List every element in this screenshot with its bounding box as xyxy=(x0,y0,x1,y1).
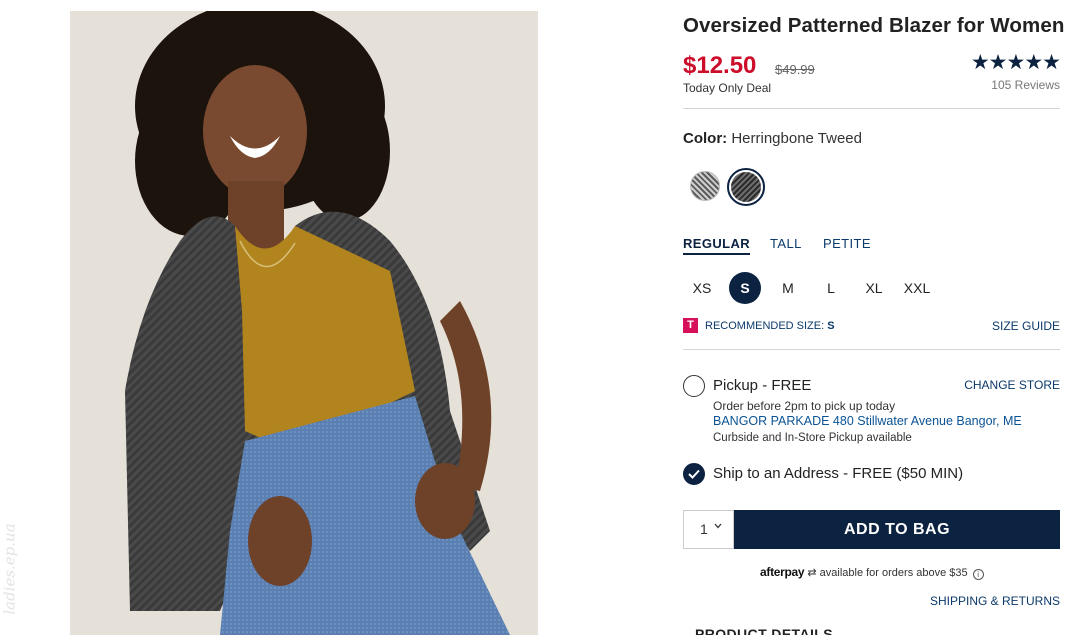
size-button-xl[interactable]: XL xyxy=(858,272,890,304)
divider xyxy=(683,349,1060,350)
size-guide-link[interactable]: SIZE GUIDE xyxy=(992,319,1060,333)
watermark: ladies.ep.ua xyxy=(0,523,19,615)
afterpay-text: available for orders above $35 xyxy=(819,567,968,579)
product-info-panel: Oversized Patterned Blazer for Women $12… xyxy=(683,0,1064,635)
chevron-down-icon xyxy=(714,523,722,529)
color-selection-label: Color: Herringbone Tweed xyxy=(683,130,862,147)
ship-radio[interactable] xyxy=(683,463,705,485)
checkmark-icon xyxy=(688,469,700,479)
ship-label[interactable]: Ship to an Address - FREE ($50 MIN) xyxy=(713,465,963,482)
pickup-label[interactable]: Pickup - FREE xyxy=(713,377,811,394)
size-button-xs[interactable]: XS xyxy=(686,272,718,304)
pickup-note: Order before 2pm to pick up today xyxy=(713,399,896,413)
afterpay-logo: afterpay xyxy=(760,565,805,579)
size-button-l[interactable]: L xyxy=(815,272,847,304)
quantity-select[interactable]: 1 xyxy=(683,510,734,549)
info-icon[interactable]: i xyxy=(972,569,984,580)
color-swatch-light[interactable] xyxy=(690,171,720,201)
recommended-size[interactable]: RECOMMENDED SIZE: S xyxy=(705,320,835,332)
product-image xyxy=(70,11,538,635)
rating-stars-icon[interactable]: ★★★★★ xyxy=(971,50,1061,75)
product-title: Oversized Patterned Blazer for Women xyxy=(683,14,1065,37)
pickup-radio[interactable] xyxy=(683,375,705,397)
original-price: $49.99 xyxy=(775,62,815,77)
color-swatch-herringbone-tweed[interactable] xyxy=(731,172,761,202)
tab-petite[interactable]: PETITE xyxy=(823,236,871,251)
color-label: Color: xyxy=(683,130,728,147)
pickup-availability: Curbside and In-Store Pickup available xyxy=(713,432,912,444)
product-details-toggle[interactable]: PRODUCT DETAILS xyxy=(695,626,833,635)
afterpay-message: afterpay ⇄ available for orders above $3… xyxy=(760,565,984,580)
size-button-xxl[interactable]: XXL xyxy=(901,272,933,304)
size-button-s[interactable]: S xyxy=(729,272,761,304)
deal-label: Today Only Deal xyxy=(683,81,772,95)
reviews-link[interactable]: 105 Reviews xyxy=(991,78,1060,92)
divider xyxy=(683,108,1060,109)
tab-tall[interactable]: TALL xyxy=(770,236,802,251)
sale-price: $12.50 xyxy=(683,52,757,79)
tab-regular[interactable]: REGULAR xyxy=(683,236,751,255)
true-fit-icon: T xyxy=(683,318,698,333)
selected-color: Herringbone Tweed xyxy=(731,130,862,147)
change-store-link[interactable]: CHANGE STORE xyxy=(964,378,1060,392)
afterpay-arrows-icon: ⇄ xyxy=(807,567,817,579)
add-to-bag-button[interactable]: ADD TO BAG xyxy=(734,510,1060,549)
quantity-value: 1 xyxy=(700,521,708,537)
recommended-size-value: S xyxy=(827,320,835,332)
shipping-returns-link[interactable]: SHIPPING & RETURNS xyxy=(930,594,1060,608)
store-address-link[interactable]: BANGOR PARKADE 480 Stillwater Avenue Ban… xyxy=(713,414,1022,428)
size-button-m[interactable]: M xyxy=(772,272,804,304)
recommended-size-label: RECOMMENDED SIZE: xyxy=(705,320,825,332)
